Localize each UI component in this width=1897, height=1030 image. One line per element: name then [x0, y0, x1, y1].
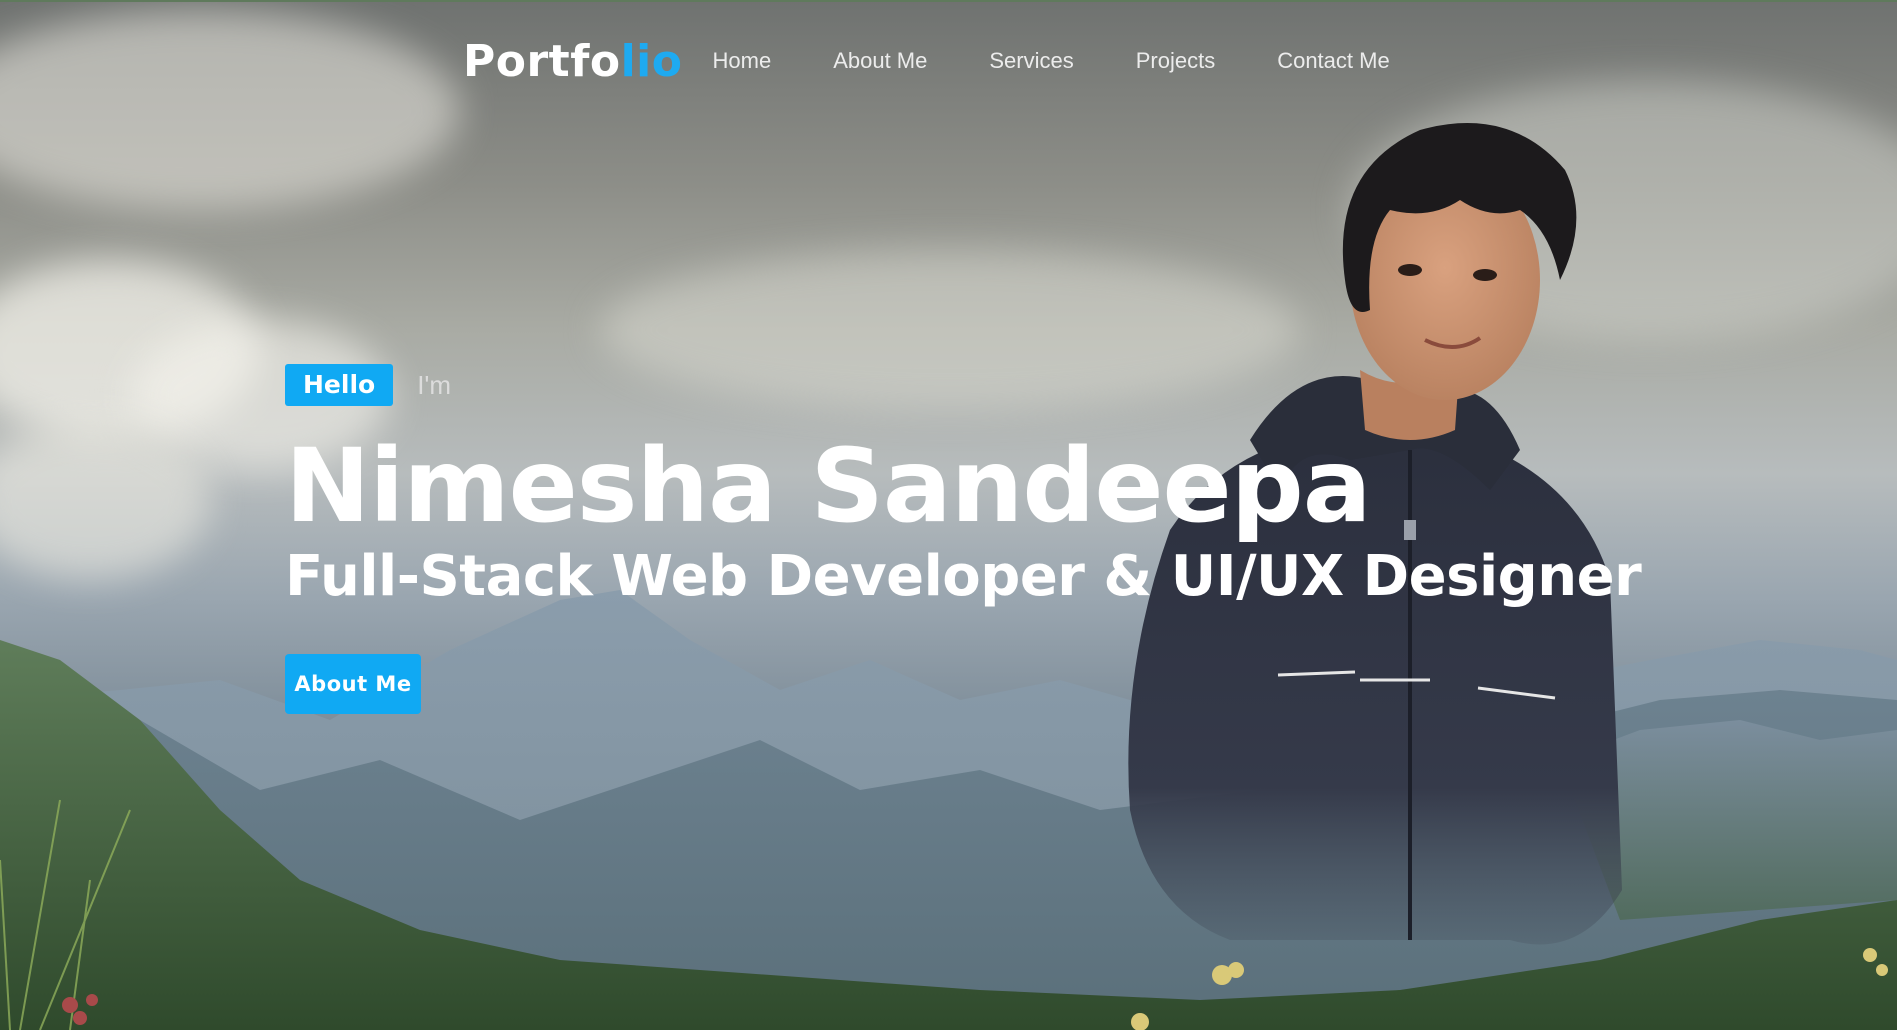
hello-badge: Hello: [285, 364, 394, 406]
nav-links: Home About Me Services Projects Contact …: [713, 48, 1452, 74]
greeting-suffix: I'm: [417, 369, 452, 400]
nav-link-home[interactable]: Home: [713, 48, 772, 74]
nav-link-contact[interactable]: Contact Me: [1277, 48, 1390, 74]
site-logo[interactable]: Portfolio: [463, 36, 683, 87]
logo-accent-text: lio: [620, 35, 683, 87]
hero-content: Hello I'm Nimesha Sandeepa Full-Stack We…: [285, 364, 1642, 714]
logo-main-text: Portfo: [463, 35, 621, 87]
top-navbar: Portfolio Home About Me Services Project…: [463, 30, 1452, 92]
nav-link-services[interactable]: Services: [989, 48, 1073, 74]
greeting-row: Hello I'm: [285, 364, 1641, 406]
nav-link-about[interactable]: About Me: [833, 48, 927, 74]
about-me-button[interactable]: About Me: [285, 654, 421, 714]
nav-link-projects[interactable]: Projects: [1136, 48, 1215, 74]
hero-role: Full-Stack Web Developer & UI/UX Designe…: [285, 544, 1642, 609]
hero-section: Portfolio Home About Me Services Project…: [0, 0, 1897, 1030]
hero-name: Nimesha Sandeepa: [285, 427, 1372, 546]
